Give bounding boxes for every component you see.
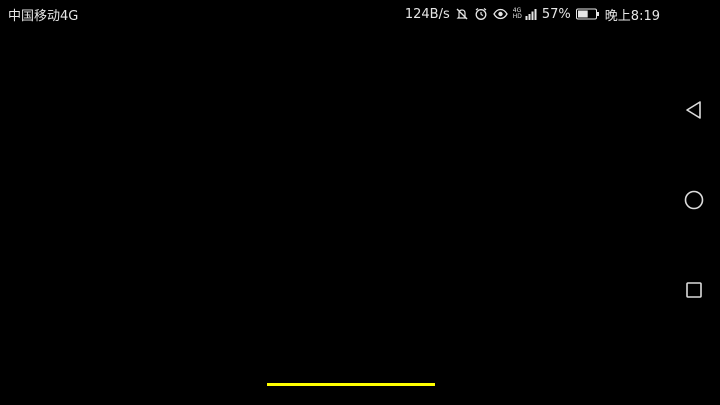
back-button[interactable] (682, 100, 706, 124)
muted-bell-icon (455, 7, 469, 21)
status-left: 中国移动4G (8, 0, 78, 28)
lte-indicator: 4G HD (513, 8, 522, 20)
home-circle-icon (683, 189, 705, 215)
lte-bottom-label: HD (512, 13, 522, 20)
battery-percent: 57% (541, 6, 571, 22)
back-triangle-icon (685, 100, 703, 124)
eye-comfort-icon (493, 7, 508, 21)
home-button[interactable] (682, 190, 706, 214)
loading-progress-bar (267, 383, 435, 386)
recents-square-icon (685, 281, 703, 303)
signal-strength-icon (525, 8, 537, 20)
alarm-clock-icon (474, 7, 488, 21)
carrier-label: 中国移动4G (8, 8, 79, 24)
status-right: 124B/s 4G HD 57% 晚上8:19 (405, 0, 660, 28)
recents-button[interactable] (682, 280, 706, 304)
app-screen: 中国移动4G 124B/s 4G HD 57% 晚上8:19 (0, 0, 720, 405)
network-speed: 124B/s (404, 6, 450, 22)
navigation-bar (668, 0, 720, 405)
status-bar: 中国移动4G 124B/s 4G HD 57% 晚上8:19 (0, 0, 668, 28)
clock-time: 晚上8:19 (604, 8, 660, 24)
loading-progress-fill (267, 383, 435, 386)
battery-icon (575, 8, 600, 20)
